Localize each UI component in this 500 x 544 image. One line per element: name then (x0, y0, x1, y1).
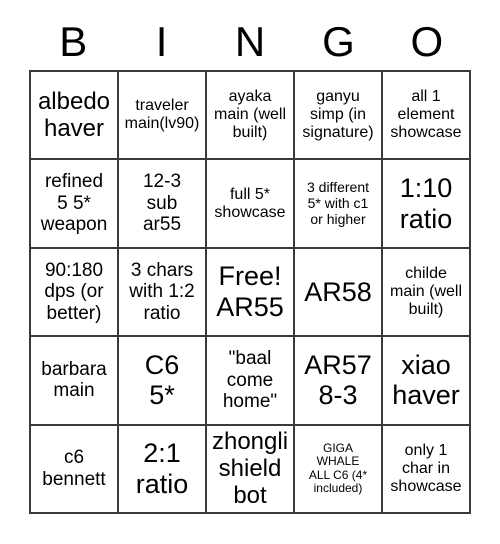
bingo-cell[interactable]: GIGA WHALE ALL C6 (4* included) (295, 425, 383, 514)
bingo-cell-label: all 1 element showcase (390, 88, 462, 142)
bingo-cell[interactable]: "baal come home" (207, 337, 295, 426)
bingo-cell-label: 3 chars with 1:2 ratio (129, 259, 195, 324)
bingo-header: B I N G O (29, 14, 471, 70)
bingo-cell[interactable]: ayaka main (well built) (207, 72, 295, 161)
bingo-header-letter-i: I (155, 18, 168, 65)
bingo-cell-label: c6 bennett (42, 447, 106, 490)
bingo-cell-label: only 1 char in showcase (390, 441, 462, 495)
bingo-cell-label: C6 5* (144, 349, 180, 411)
bingo-cell-label: 90:180 dps (or better) (44, 259, 104, 324)
bingo-cell[interactable]: ganyu simp (in signature) (295, 72, 383, 161)
bingo-cell[interactable]: zhongli shield bot (207, 425, 295, 514)
bingo-cell[interactable]: c6 bennett (31, 425, 119, 514)
bingo-cell[interactable]: AR58 (295, 248, 383, 338)
bingo-cell-label: AR58 (304, 276, 372, 307)
bingo-cell-label: Free! AR55 (216, 261, 284, 322)
bingo-header-letter-n: N (234, 18, 266, 65)
bingo-grid: albedo haver traveler main(lv90) ayaka mai… (29, 70, 471, 514)
bingo-header-letter-b: B (59, 18, 88, 65)
bingo-cell-label: 12-3 sub ar55 (142, 171, 182, 236)
bingo-cell[interactable]: full 5* showcase (207, 160, 295, 249)
bingo-cell[interactable]: 12-3 sub ar55 (119, 160, 207, 249)
bingo-cell[interactable]: all 1 element showcase (383, 72, 471, 161)
bingo-cell[interactable]: C6 5* (119, 337, 207, 426)
bingo-cell-label: ayaka main (well built) (213, 88, 286, 142)
bingo-cell-label: albedo haver (37, 88, 111, 143)
bingo-cell[interactable]: albedo haver (31, 72, 119, 161)
bingo-cell[interactable]: 3 different 5* with c1 or higher (295, 160, 383, 249)
bingo-cell[interactable]: 90:180 dps (or better) (31, 248, 119, 338)
bingo-cell[interactable]: traveler main(lv90) (119, 72, 207, 161)
bingo-cell[interactable]: 1:10 ratio (383, 160, 471, 249)
bingo-card: B I N G O albedo haver traveler main(lv90… (0, 0, 500, 544)
bingo-cell[interactable]: childe main (well built) (383, 248, 471, 338)
bingo-cell-label: GIGA WHALE ALL C6 (4* included) (308, 440, 368, 496)
bingo-cell-label: AR57 8-3 (304, 349, 372, 411)
bingo-cell-label: 1:10 ratio (399, 173, 453, 234)
bingo-cell-label: 2:1 ratio (135, 438, 189, 499)
bingo-cell-label: traveler main(lv90) (124, 97, 200, 133)
bingo-header-letter-g: G (322, 18, 355, 65)
bingo-cell[interactable]: refined 5 5* weapon (31, 160, 119, 249)
bingo-cell-label: refined 5 5* weapon (40, 171, 108, 236)
bingo-cell-label: 3 different 5* with c1 or higher (306, 178, 369, 227)
bingo-cell-label: ganyu simp (in signature) (302, 88, 374, 142)
bingo-cell[interactable]: 2:1 ratio (119, 425, 207, 514)
bingo-header-letter-o: O (410, 18, 444, 65)
bingo-cell[interactable]: AR57 8-3 (295, 337, 383, 426)
bingo-cell-free[interactable]: Free! AR55 (207, 248, 295, 338)
bingo-cell-label: childe main (well built) (389, 264, 462, 319)
bingo-cell[interactable]: xiao haver (383, 337, 471, 426)
bingo-cell[interactable]: 3 chars with 1:2 ratio (119, 248, 207, 338)
bingo-cell-label: zhongli shield bot (211, 428, 289, 510)
bingo-cell-label: full 5* showcase (214, 185, 286, 221)
bingo-cell-label: barbara main (41, 358, 107, 402)
bingo-cell-label: "baal come home" (222, 348, 278, 413)
bingo-cell[interactable]: barbara main (31, 337, 119, 426)
bingo-cell[interactable]: only 1 char in showcase (383, 425, 471, 514)
bingo-cell-label: xiao haver (392, 349, 460, 411)
